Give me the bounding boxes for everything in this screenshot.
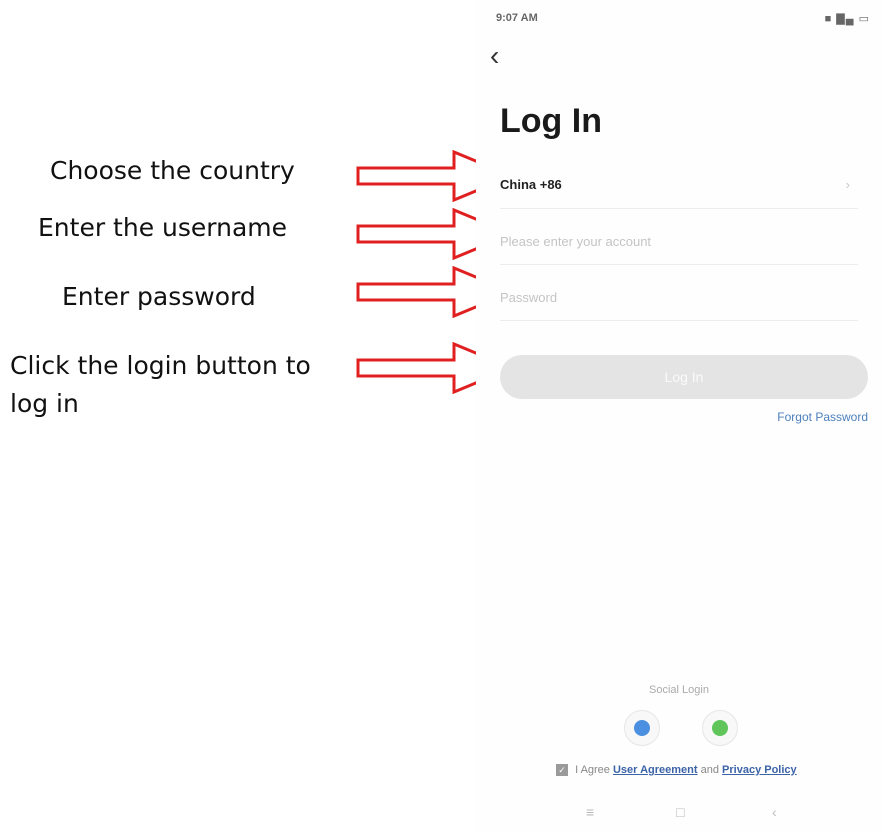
note-click-login-line1: Click the login button to bbox=[10, 351, 311, 380]
back-button[interactable]: ‹ bbox=[490, 36, 520, 76]
agreement-row: ✓ I Agree User Agreement and Privacy Pol… bbox=[556, 764, 797, 777]
chevron-right-icon: › bbox=[845, 177, 850, 192]
agree-prefix: I Agree bbox=[575, 764, 610, 776]
privacy-policy-link[interactable]: Privacy Policy bbox=[722, 764, 797, 776]
note-enter-username: Enter the username bbox=[38, 213, 288, 242]
chevron-left-icon: ‹ bbox=[490, 40, 500, 71]
home-icon[interactable]: □ bbox=[676, 804, 684, 820]
note-enter-password: Enter password bbox=[62, 282, 256, 311]
login-button[interactable]: Log In bbox=[500, 355, 868, 399]
password-field-wrapper bbox=[500, 274, 858, 321]
qq-login-button[interactable] bbox=[624, 710, 660, 746]
menu-icon[interactable]: ≡ bbox=[586, 804, 594, 820]
wechat-icon bbox=[712, 720, 728, 736]
country-selector[interactable]: China +86 › bbox=[500, 162, 858, 209]
status-time: 9:07 AM bbox=[496, 12, 538, 24]
wechat-login-button[interactable] bbox=[702, 710, 738, 746]
agree-checkbox[interactable]: ✓ bbox=[556, 764, 568, 777]
note-click-login-line2: log in bbox=[10, 389, 79, 418]
back-nav-icon[interactable]: ‹ bbox=[772, 804, 777, 820]
status-icons: ■ ▇▄ ▭ bbox=[824, 13, 870, 25]
account-input[interactable] bbox=[500, 218, 858, 264]
status-bar: 9:07 AM ■ ▇▄ ▭ bbox=[496, 8, 870, 30]
system-nav-bar: ≡ □ ‹ bbox=[476, 802, 882, 826]
password-input[interactable] bbox=[500, 274, 858, 320]
agree-and: and bbox=[700, 764, 719, 776]
user-agreement-link[interactable]: User Agreement bbox=[613, 764, 698, 776]
qq-icon bbox=[634, 720, 650, 736]
forgot-password-link[interactable]: Forgot Password bbox=[777, 410, 868, 424]
country-value: China +86 bbox=[500, 177, 562, 192]
phone-screen: 9:07 AM ■ ▇▄ ▭ ‹ Log In China +86 › Log … bbox=[476, 0, 882, 832]
account-field-wrapper bbox=[500, 218, 858, 265]
note-choose-country: Choose the country bbox=[50, 156, 295, 185]
social-login-title: Social Login bbox=[649, 684, 709, 696]
page-title: Log In bbox=[500, 102, 602, 140]
